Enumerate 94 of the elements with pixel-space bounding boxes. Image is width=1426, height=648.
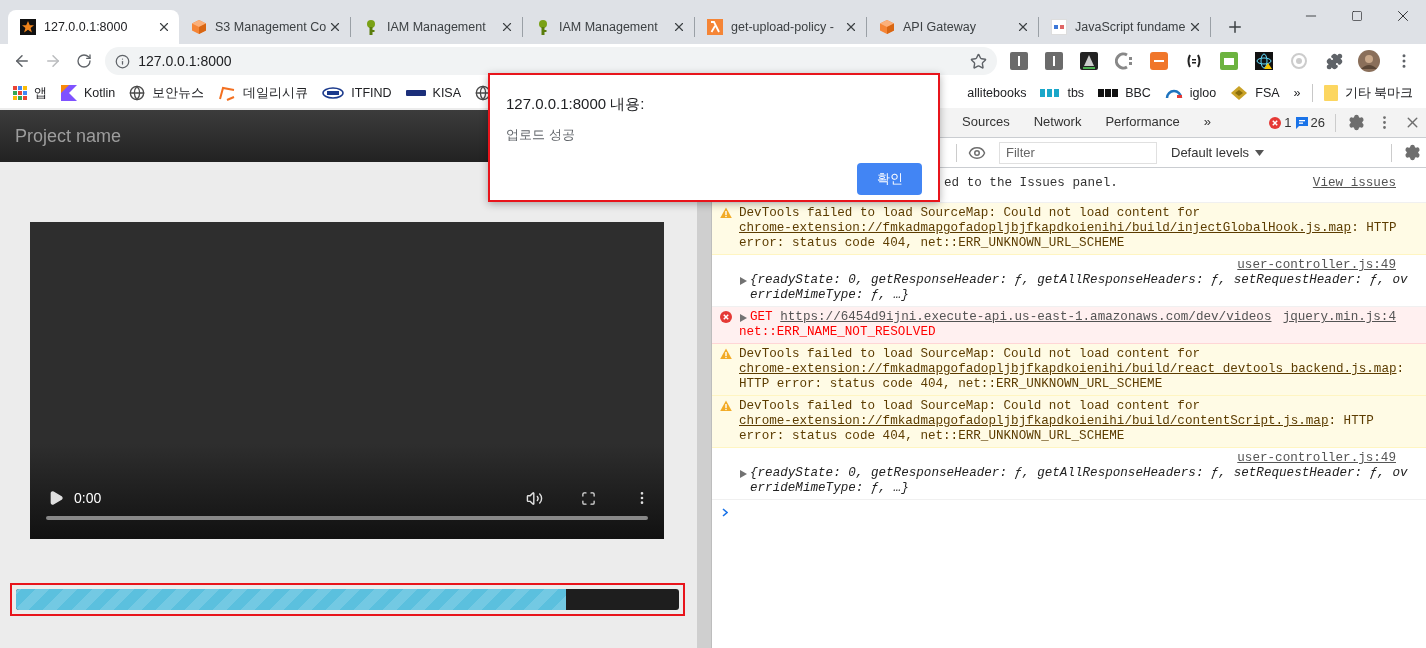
- bookmark[interactable]: Kotlin: [54, 80, 123, 106]
- video-player[interactable]: 0:00: [30, 222, 664, 539]
- tbs-logo-icon: [1040, 89, 1061, 97]
- bracket-icon: [218, 85, 237, 101]
- expand-arrow-icon[interactable]: [740, 277, 747, 285]
- dialog-message: 업로드 성공: [506, 126, 576, 144]
- message-icon: [1295, 116, 1308, 129]
- bookmark[interactable]: 데일리시큐: [211, 80, 316, 106]
- folder-icon: [1323, 85, 1338, 101]
- error-icon: [720, 311, 732, 323]
- bookmark[interactable]: BBC: [1091, 80, 1158, 106]
- browser-tab[interactable]: API Gateway: [867, 10, 1038, 44]
- site-icon: [1051, 19, 1067, 35]
- error-count: 1: [1284, 115, 1292, 130]
- browser-tab[interactable]: IAM Management: [523, 10, 694, 44]
- volume-icon[interactable]: [526, 489, 543, 507]
- bookmark-star-icon[interactable]: [970, 52, 988, 70]
- prompt-icon[interactable]: [722, 508, 728, 517]
- close-icon[interactable]: [672, 20, 686, 34]
- console-warning: DevTools failed to load SourceMap: Could not load content for chrome-extension://fmkadmapgofadopljbjfkapdkoienihi/build/contentScript.js.map: HTTP error: status code 404, net::ERR_UNKNOWN_URL_SCHEME: [739, 399, 1375, 444]
- close-icon[interactable]: [328, 20, 342, 34]
- devtools-tab[interactable]: Sources: [950, 108, 1022, 137]
- source-map-link[interactable]: chrome-extension://fmkadmapgofadopljbjfkapdkoienihi/build/react_devtools_backend.js.map: [739, 362, 1397, 377]
- console-warning: DevTools failed to load SourceMap: Could not load content for chrome-extension://fmkadmapgofadopljbjfkapdkoienihi/build/injectGlobalHook.js.map: HTTP error: status code 404, net::ERR_UNKNOWN_URL_SCHEME: [739, 206, 1398, 251]
- warning-icon: [720, 400, 732, 412]
- dialog-title: 127.0.0.1:8000 내용:: [506, 95, 646, 114]
- close-icon[interactable]: [1016, 20, 1030, 34]
- error-icon: [1269, 116, 1282, 129]
- source-link[interactable]: user-controller.js:49: [1237, 258, 1396, 273]
- source-map-link[interactable]: chrome-extension://fmkadmapgofadopljbjfkapdkoienihi/build/contentScript.js.map: [739, 414, 1329, 429]
- video-time: 0:00: [74, 490, 103, 506]
- browser-tab[interactable]: S3 Management Co: [179, 10, 350, 44]
- devtools-tab[interactable]: Performance: [1093, 108, 1192, 137]
- browser-tab[interactable]: JavaScript fundame: [1039, 10, 1210, 44]
- browser-tab[interactable]: IAM Management: [351, 10, 522, 44]
- devtools-tab[interactable]: Network: [1021, 108, 1094, 137]
- igloo-icon: [1164, 87, 1183, 99]
- object-preview: {readyState: 0, getResponseHeader: ƒ, getAllResponseHeaders: ƒ, setRequestHeader: ƒ, overrideMimeType: ƒ, …}: [750, 466, 1409, 496]
- message-count: 26: [1310, 115, 1325, 130]
- close-icon[interactable]: [844, 20, 858, 34]
- filter-field[interactable]: Filter: [999, 141, 1157, 164]
- bookmark[interactable]: KISA: [398, 80, 469, 106]
- dropdown-arrow-icon: [1255, 149, 1265, 156]
- brand-link[interactable]: Project name: [15, 125, 122, 147]
- source-link[interactable]: user-controller.js:49: [1237, 451, 1396, 466]
- globe-icon: [129, 85, 146, 101]
- bookmark[interactable]: FSA: [1223, 80, 1287, 106]
- expand-arrow-icon[interactable]: [740, 470, 747, 478]
- warning-icon: [720, 207, 732, 219]
- close-icon[interactable]: [157, 20, 171, 34]
- address-bar[interactable]: 127.0.0.1:8000: [105, 47, 998, 75]
- more-tabs-button[interactable]: »: [1191, 108, 1224, 137]
- bookmark[interactable]: ITFIND: [315, 80, 399, 106]
- bookmark[interactable]: igloo: [1157, 80, 1224, 106]
- play-icon[interactable]: [48, 490, 64, 506]
- console-error: GET https://6454d9ijni.execute-api.us-east-1.amazonaws.com/dev/videos: [750, 310, 1273, 325]
- kisa-logo-icon: [405, 89, 426, 97]
- browser-tab[interactable]: 127.0.0.1:8000: [8, 10, 179, 44]
- source-map-link[interactable]: chrome-extension://fmkadmapgofadopljbjfkapdkoienihi/build/injectGlobalHook.js.map: [739, 221, 1352, 236]
- browser-tab[interactable]: get-upload-policy -: [695, 10, 866, 44]
- lambda-icon: [707, 19, 723, 35]
- expand-arrow-icon[interactable]: [740, 314, 747, 322]
- request-url-link[interactable]: https://6454d9ijni.execute-api.us-east-1.amazonaws.com/dev/videos: [780, 310, 1272, 324]
- close-icon[interactable]: [1188, 20, 1202, 34]
- itfind-logo-icon: [322, 86, 345, 100]
- star-icon: [20, 19, 36, 35]
- log-levels-dropdown[interactable]: Default levels: [1171, 145, 1265, 160]
- bookmark[interactable]: allitebooks: [960, 80, 1034, 106]
- kotlin-icon: [61, 85, 77, 101]
- source-link[interactable]: jquery.min.js:4: [1282, 310, 1396, 325]
- warning-icon: [720, 348, 732, 360]
- new-tab-icon[interactable]: [1226, 18, 1244, 36]
- more-bookmarks-button[interactable]: »: [1286, 80, 1308, 106]
- fullscreen-icon[interactable]: [581, 490, 596, 506]
- object-preview: {readyState: 0, getResponseHeader: ƒ, getAllResponseHeaders: ƒ, setRequestHeader: ƒ, overrideMimeType: ƒ, …}: [750, 273, 1409, 303]
- error-detail: net::ERR_NAME_NOT_RESOLVED: [739, 325, 937, 340]
- cube-icon: [191, 19, 207, 35]
- info-icon[interactable]: [115, 53, 131, 69]
- diamond-icon: [1230, 85, 1249, 101]
- apps-icon: [13, 86, 27, 100]
- console-message: ed to the Issues panel.: [944, 176, 1118, 191]
- ok-button[interactable]: 확인: [857, 163, 922, 195]
- cube-icon: [879, 19, 895, 35]
- bookmark-folder[interactable]: 기타 북마크: [1316, 80, 1420, 106]
- reload-icon[interactable]: [75, 53, 92, 69]
- close-icon[interactable]: [500, 20, 514, 34]
- bookmark[interactable]: 앱: [6, 80, 54, 106]
- bookmark[interactable]: tbs: [1033, 80, 1092, 106]
- profile-avatar[interactable]: [1355, 47, 1383, 75]
- bbc-logo-icon: [1098, 89, 1119, 97]
- view-issues-link[interactable]: View issues: [1312, 176, 1396, 191]
- console-warning: DevTools failed to load SourceMap: Could not load content for chrome-extension://fmkadmapgofadopljbjfkapdkoienihi/build/react_devtools_backend.js.map: HTTP error: status code 404, net::ERR_UNKNOWN_URL_SCHEME: [739, 347, 1406, 392]
- maximize-icon[interactable]: [1351, 10, 1363, 22]
- bookmark[interactable]: 보안뉴스: [122, 80, 212, 106]
